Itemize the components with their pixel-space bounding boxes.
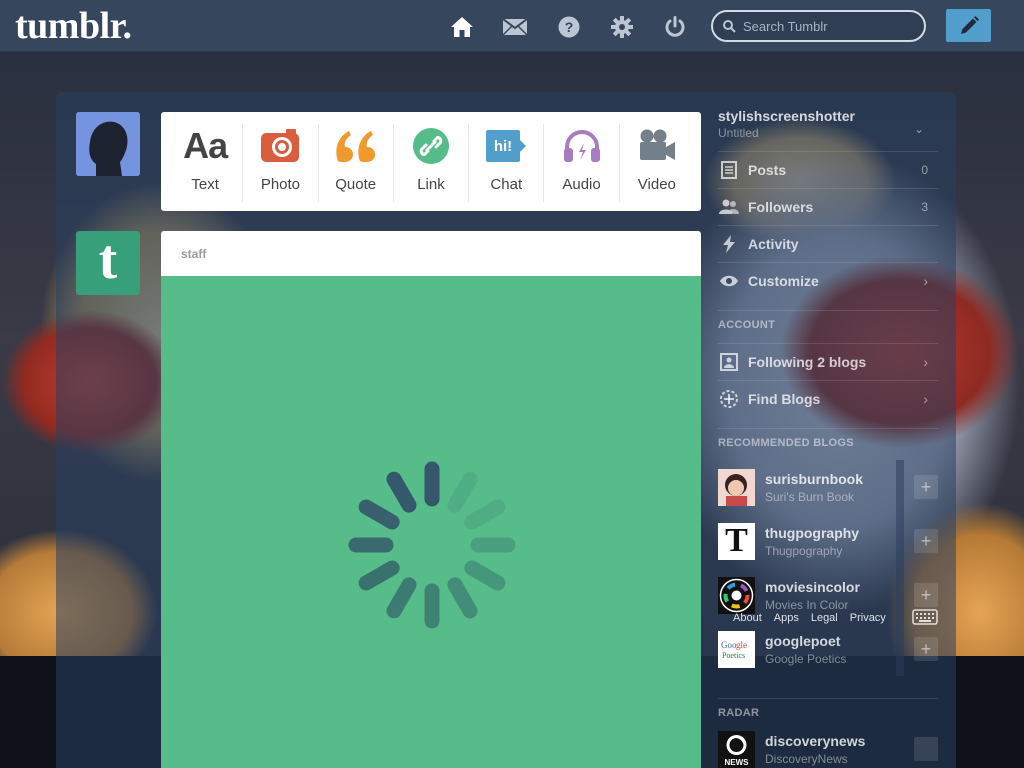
quote-icon: [332, 124, 380, 168]
following-icon: [718, 351, 740, 373]
silhouette-icon: [76, 112, 140, 176]
sidebar: stylishscreenshotter Untitled ⌄ Posts 0 …: [708, 100, 938, 768]
camera-icon: [256, 124, 304, 168]
loading-spinner-icon: [348, 461, 516, 629]
post-type-chat[interactable]: hi! Chat: [469, 124, 545, 202]
sidebar-blog-name[interactable]: stylishscreenshotter: [718, 108, 855, 124]
svg-text:Goo: Goo: [721, 640, 737, 650]
sidebar-item-posts[interactable]: Posts 0: [718, 151, 938, 188]
follow-button[interactable]: [914, 737, 938, 761]
home-icon[interactable]: [449, 14, 475, 40]
footer-link-legal[interactable]: Legal: [811, 612, 838, 624]
radar-heading: RADAR: [718, 698, 938, 719]
footer-link-apps[interactable]: Apps: [774, 612, 799, 624]
follow-button[interactable]: +: [914, 583, 938, 607]
post-card: staff: [161, 231, 701, 768]
posts-count: 0: [921, 163, 928, 177]
svg-text:NEWS: NEWS: [725, 758, 750, 767]
text-icon: Aa: [183, 125, 228, 166]
svg-text:hi!: hi!: [494, 138, 512, 155]
chevron-right-icon: ›: [923, 391, 928, 407]
follow-button[interactable]: +: [914, 475, 938, 499]
post-type-photo[interactable]: Photo: [243, 124, 319, 202]
search-input[interactable]: [743, 18, 913, 34]
blog-avatar: [718, 576, 755, 614]
pencil-icon: [960, 15, 979, 34]
people-icon: [718, 196, 740, 218]
keyboard-icon[interactable]: [912, 608, 938, 626]
follow-button[interactable]: +: [914, 637, 938, 661]
post-type-text[interactable]: Aa Text: [168, 124, 244, 202]
svg-text:?: ?: [565, 19, 574, 35]
tumblr-t-logo: t: [98, 229, 118, 291]
post-type-audio[interactable]: Audio: [544, 124, 620, 202]
followers-count: 3: [921, 200, 928, 214]
post-header: staff: [161, 231, 701, 276]
headphones-icon: [558, 124, 606, 168]
sidebar-blog-title: Untitled: [718, 126, 759, 140]
chat-icon: hi!: [482, 124, 530, 168]
recommended-blog[interactable]: Goo gle Poetics googlepoet Google Poetics +: [718, 622, 938, 676]
post-blog-name[interactable]: staff: [181, 247, 206, 261]
svg-text:Poetics: Poetics: [722, 651, 745, 660]
footer-link-about[interactable]: About: [733, 612, 762, 624]
search-box[interactable]: [711, 10, 926, 42]
compass-icon: [718, 388, 740, 410]
recommended-scrollbar[interactable]: [896, 460, 904, 676]
user-avatar[interactable]: [76, 112, 140, 176]
eye-icon: [718, 270, 740, 292]
blog-avatar: [718, 468, 755, 506]
video-camera-icon: [633, 124, 681, 168]
post-type-quote[interactable]: Quote: [319, 124, 394, 202]
mail-icon[interactable]: [502, 14, 528, 40]
compose-button[interactable]: [946, 9, 991, 42]
search-icon: [723, 19, 736, 33]
google-poetics-logo: Goo gle Poetics: [718, 630, 755, 668]
gear-icon[interactable]: [609, 14, 635, 40]
discovery-news-logo: NEWS: [718, 730, 755, 768]
lightning-icon: [718, 233, 740, 255]
post-type-bar: Aa Text Photo Quote Link hi! Chat Audio: [161, 112, 701, 211]
tumblr-logo[interactable]: tumblr.: [15, 4, 132, 48]
staff-avatar[interactable]: t: [76, 231, 140, 295]
blog-avatar: T: [718, 522, 755, 560]
document-icon: [718, 159, 740, 181]
radar-blog[interactable]: NEWS discoverynews DiscoveryNews: [718, 722, 938, 768]
sidebar-item-followers[interactable]: Followers 3: [718, 188, 938, 225]
recommended-blog[interactable]: T thugpography Thugpography +: [718, 514, 938, 568]
link-icon: [407, 124, 455, 168]
sidebar-item-activity[interactable]: Activity: [718, 225, 938, 262]
top-bar: tumblr. ?: [0, 0, 1024, 52]
post-type-link[interactable]: Link: [394, 124, 470, 202]
chevron-right-icon: ›: [923, 273, 928, 289]
sidebar-item-find-blogs[interactable]: Find Blogs ›: [718, 380, 938, 417]
chevron-right-icon: ›: [923, 354, 928, 370]
help-icon[interactable]: ?: [556, 14, 582, 40]
footer-links: About Apps Legal Privacy: [733, 612, 886, 624]
post-type-video[interactable]: Video: [620, 124, 694, 202]
follow-button[interactable]: +: [914, 529, 938, 553]
recommended-heading: RECOMMENDED BLOGS: [718, 428, 938, 449]
chevron-down-icon[interactable]: ⌄: [914, 122, 924, 136]
footer-link-privacy[interactable]: Privacy: [850, 612, 886, 624]
sidebar-item-following[interactable]: Following 2 blogs ›: [718, 343, 938, 380]
svg-text:gle: gle: [736, 640, 747, 650]
account-heading: ACCOUNT: [718, 310, 938, 331]
recommended-blog[interactable]: surisburnbook Suri's Burn Book +: [718, 460, 938, 514]
power-icon[interactable]: [662, 14, 688, 40]
sidebar-item-customize[interactable]: Customize ›: [718, 262, 938, 299]
